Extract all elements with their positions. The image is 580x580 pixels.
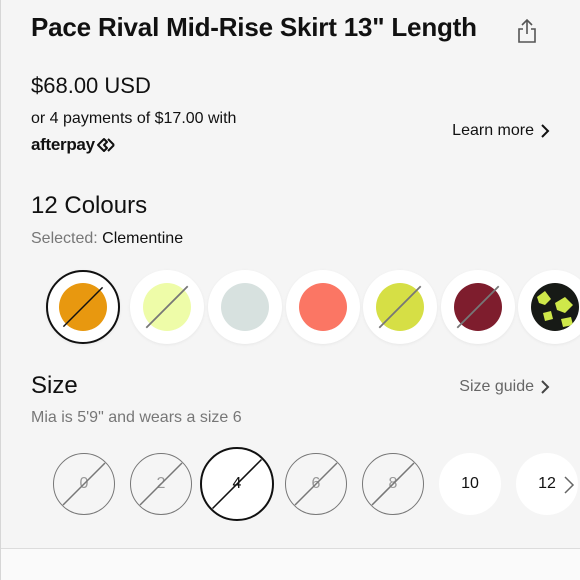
model-size-info: Mia is 5'9" and wears a size 6 (31, 409, 242, 426)
size-guide-link[interactable]: Size guide (459, 378, 550, 396)
unavailable-slash (294, 462, 338, 506)
afterpay-arrows-icon (96, 138, 115, 152)
unavailable-slash (145, 285, 189, 329)
price: $68.00 USD (31, 73, 151, 98)
size-option[interactable]: 10 (439, 453, 501, 515)
size-option-label: 10 (461, 475, 479, 492)
unavailable-slash (62, 286, 104, 328)
colour-swatch[interactable] (441, 270, 515, 344)
size-option-label: 12 (538, 475, 556, 492)
colour-swatch[interactable] (363, 270, 437, 344)
colour-swatch-fill (221, 283, 269, 331)
afterpay-logo: afterpay (31, 135, 116, 155)
product-title: Pace Rival Mid-Rise Skirt 13" Length (31, 12, 477, 42)
size-option[interactable]: 8 (362, 453, 424, 515)
unavailable-slash (456, 285, 500, 329)
selected-colour: Selected: Clementine (31, 230, 183, 248)
selected-label: Selected: (31, 230, 98, 247)
colour-swatch[interactable] (130, 270, 204, 344)
unavailable-slash (139, 462, 183, 506)
colour-swatch[interactable] (46, 270, 120, 344)
colour-swatch[interactable] (208, 270, 282, 344)
unavailable-slash (211, 458, 263, 510)
size-option[interactable]: 4 (200, 447, 274, 521)
size-option[interactable]: 6 (285, 453, 347, 515)
chevron-right-icon[interactable] (563, 476, 575, 494)
chevron-right-icon (541, 380, 550, 394)
colour-swatch-fill (299, 283, 347, 331)
size-option[interactable]: 0 (53, 453, 115, 515)
selected-colour-value: Clementine (102, 230, 184, 247)
size-option[interactable]: 2 (130, 453, 192, 515)
unavailable-slash (378, 285, 422, 329)
installments-text: or 4 payments of $17.00 with (31, 110, 237, 127)
footer-area (1, 549, 580, 580)
size-heading: Size (31, 372, 78, 399)
colours-heading: 12 Colours (31, 192, 148, 219)
chevron-right-icon (541, 124, 550, 138)
learn-more-link[interactable]: Learn more (452, 122, 550, 140)
learn-more-label: Learn more (452, 122, 534, 139)
unavailable-slash (371, 462, 415, 506)
product-panel: Pace Rival Mid-Rise Skirt 13" Length $68… (0, 0, 580, 580)
colour-swatch[interactable] (518, 270, 580, 344)
colour-swatch[interactable] (286, 270, 360, 344)
share-icon[interactable] (515, 18, 539, 44)
size-guide-label: Size guide (459, 378, 534, 395)
unavailable-slash (62, 462, 106, 506)
afterpay-wordmark: afterpay (31, 135, 95, 154)
colour-swatch-fill (531, 283, 579, 331)
